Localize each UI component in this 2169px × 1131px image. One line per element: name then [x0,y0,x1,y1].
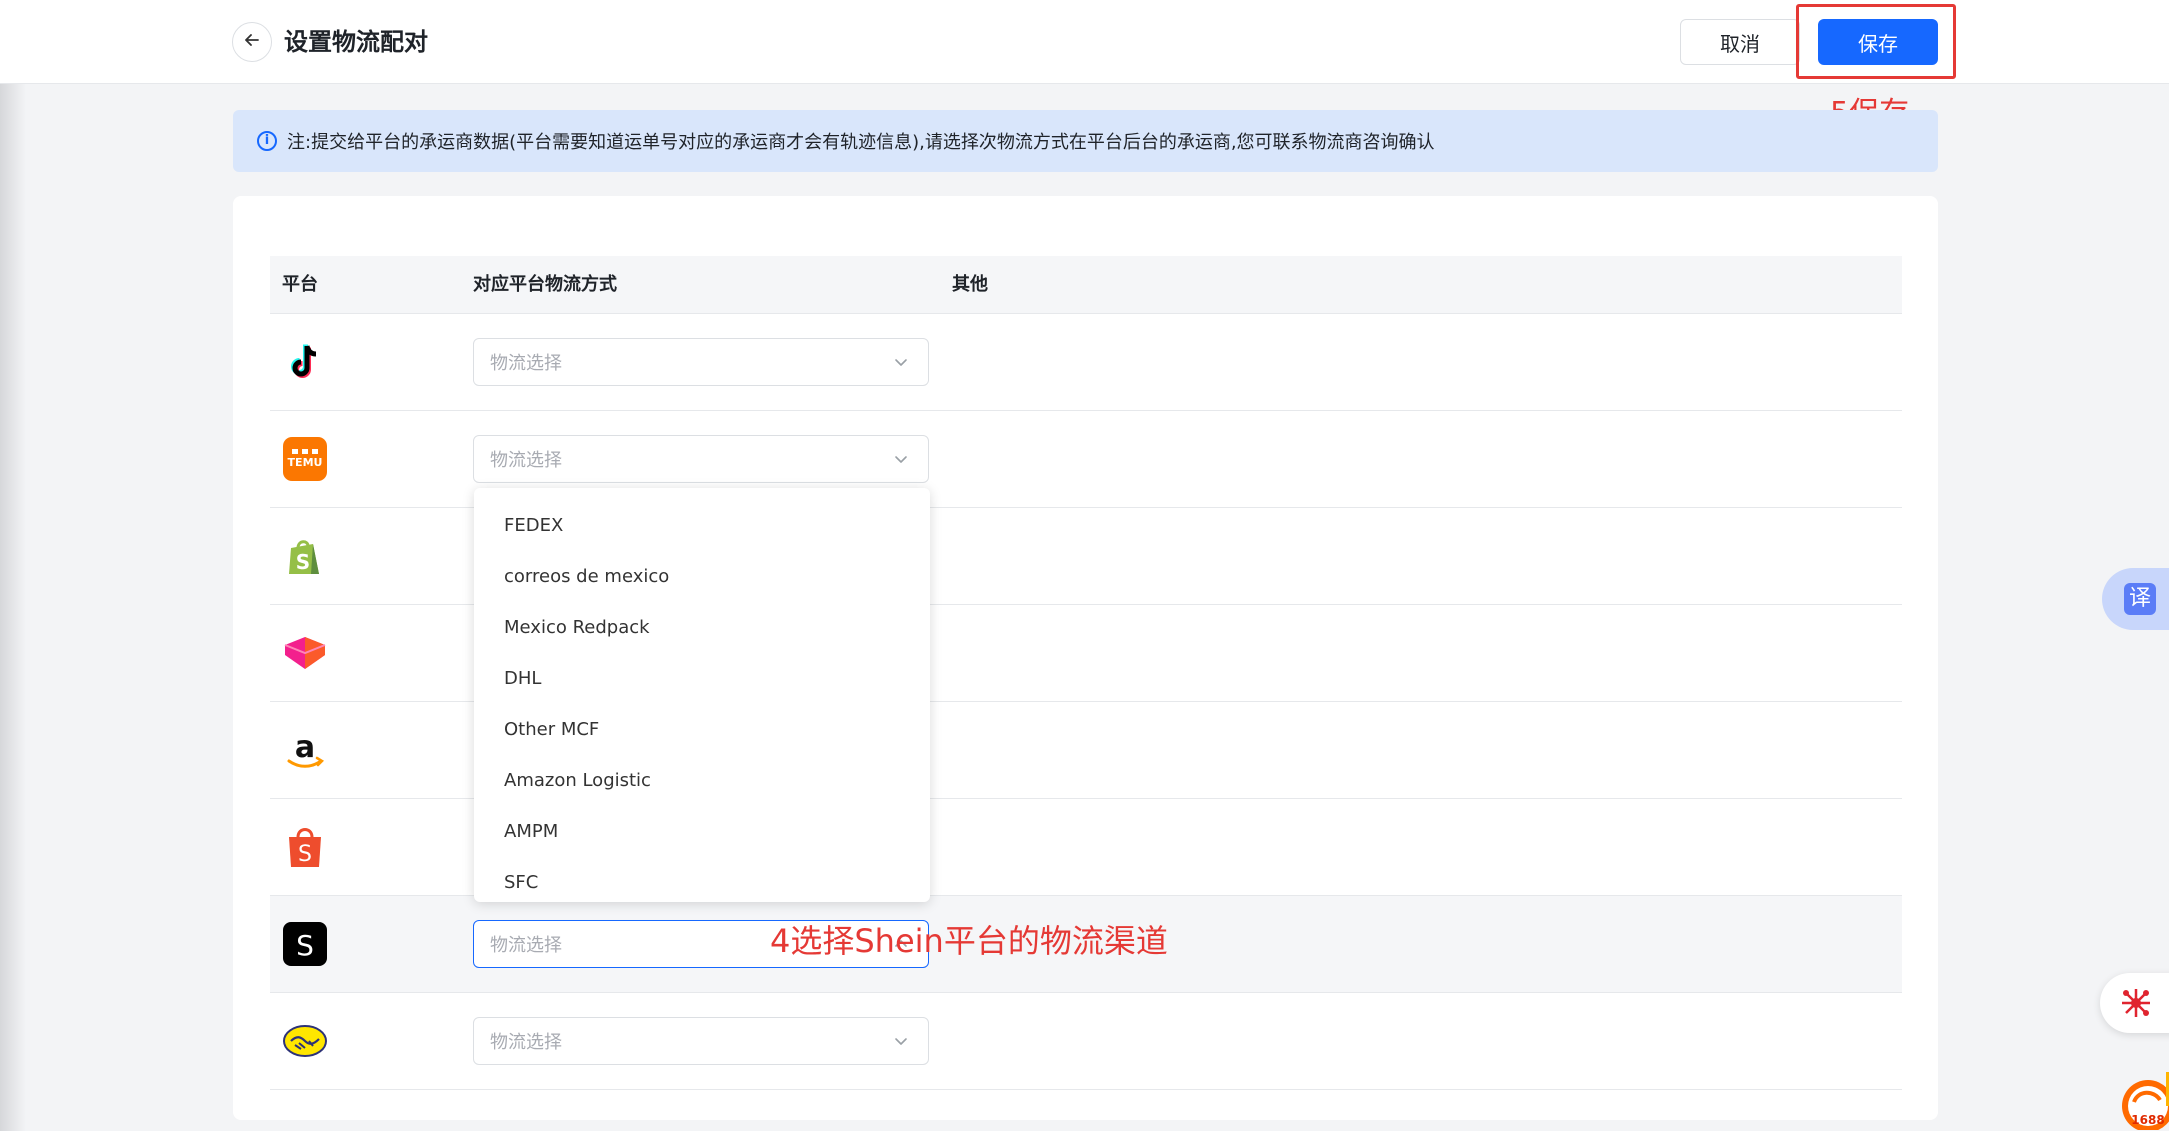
dropdown-option-correos-de-mexico[interactable]: correos de mexico [474,551,930,602]
svg-text:S: S [298,842,312,867]
cancel-button[interactable]: 取消 [1680,19,1800,65]
table-row: 物流选择 [270,993,1902,1090]
svg-text:1688: 1688 [2131,1113,2164,1127]
column-platform: 平台 [282,274,318,295]
arrow-left-icon [242,30,262,55]
shein-logo-icon: S [283,922,327,966]
logistics-select[interactable]: 物流选择 [473,1017,929,1065]
dropdown-option-mexico-redpack[interactable]: Mexico Redpack [474,602,930,653]
table-header: 平台 对应平台物流方式 其他 [270,256,1902,314]
notice-text: 注:提交给平台的承运商数据(平台需要知道运单号对应的承运商才会有轨迹信息),请选… [287,132,1435,153]
dropdown-option-sfc[interactable]: SFC [474,857,930,902]
network-icon [2118,985,2154,1021]
shein-step-annotation: 4选择Shein平台的物流渠道 [770,922,1168,960]
table-row-shein: S 物流选择 4选择Shein平台的物流渠道 [270,896,1902,993]
page-title: 设置物流配对 [284,28,428,56]
svg-text:a: a [295,730,315,765]
column-logistics: 对应平台物流方式 [473,274,617,295]
dropdown-option-amazon-logistic[interactable]: Amazon Logistic [474,755,930,806]
translate-button[interactable]: 译 [2102,568,2169,630]
column-other: 其他 [952,274,988,295]
temu-logo-icon: TEMU [283,437,327,481]
chevron-down-icon [892,450,910,468]
lazada-logo-icon [283,631,327,675]
chevron-down-icon [892,353,910,371]
dropdown-option-dhl[interactable]: DHL [474,653,930,704]
notice-banner: i 注:提交给平台的承运商数据(平台需要知道运单号对应的承运商才会有轨迹信息),… [233,110,1938,172]
dropdown-option-other-mcf[interactable]: Other MCF [474,704,930,755]
svg-text:S: S [296,550,310,574]
tiktok-logo-icon [283,340,327,384]
save-button[interactable]: 保存 [1818,19,1938,65]
mercadolibre-logo-icon [283,1019,327,1063]
back-button[interactable] [232,22,272,62]
dropdown-option-fedex[interactable]: FEDEX [474,500,930,551]
svg-text:TEMU: TEMU [288,456,323,469]
shopee-logo-icon: S [283,825,327,869]
page-header: 设置物流配对 取消 保存 [0,0,2169,84]
logistics-select[interactable]: 物流选择 [473,435,929,483]
shopify-logo-icon: S [283,534,327,578]
left-edge-shadow [0,0,26,1131]
chevron-down-icon [892,1032,910,1050]
dropdown-option-ampm[interactable]: AMPM [474,806,930,857]
select-placeholder: 物流选择 [490,450,562,471]
select-placeholder: 物流选择 [490,353,562,374]
logistics-select[interactable]: 物流选择 [473,338,929,386]
ai-assistant-button[interactable] [2100,973,2169,1033]
svg-text:S: S [296,929,314,962]
select-placeholder: 物流选择 [490,935,562,956]
translate-icon: 译 [2124,583,2156,615]
amazon-logo-icon: a [283,728,327,772]
table-row: 物流选择 [270,314,1902,411]
info-icon: i [257,131,277,151]
select-placeholder: 物流选择 [490,1032,562,1053]
logistics-dropdown: FEDEX correos de mexico Mexico Redpack D… [474,488,930,902]
badge-1688-icon[interactable]: 1688 [2114,1072,2169,1130]
